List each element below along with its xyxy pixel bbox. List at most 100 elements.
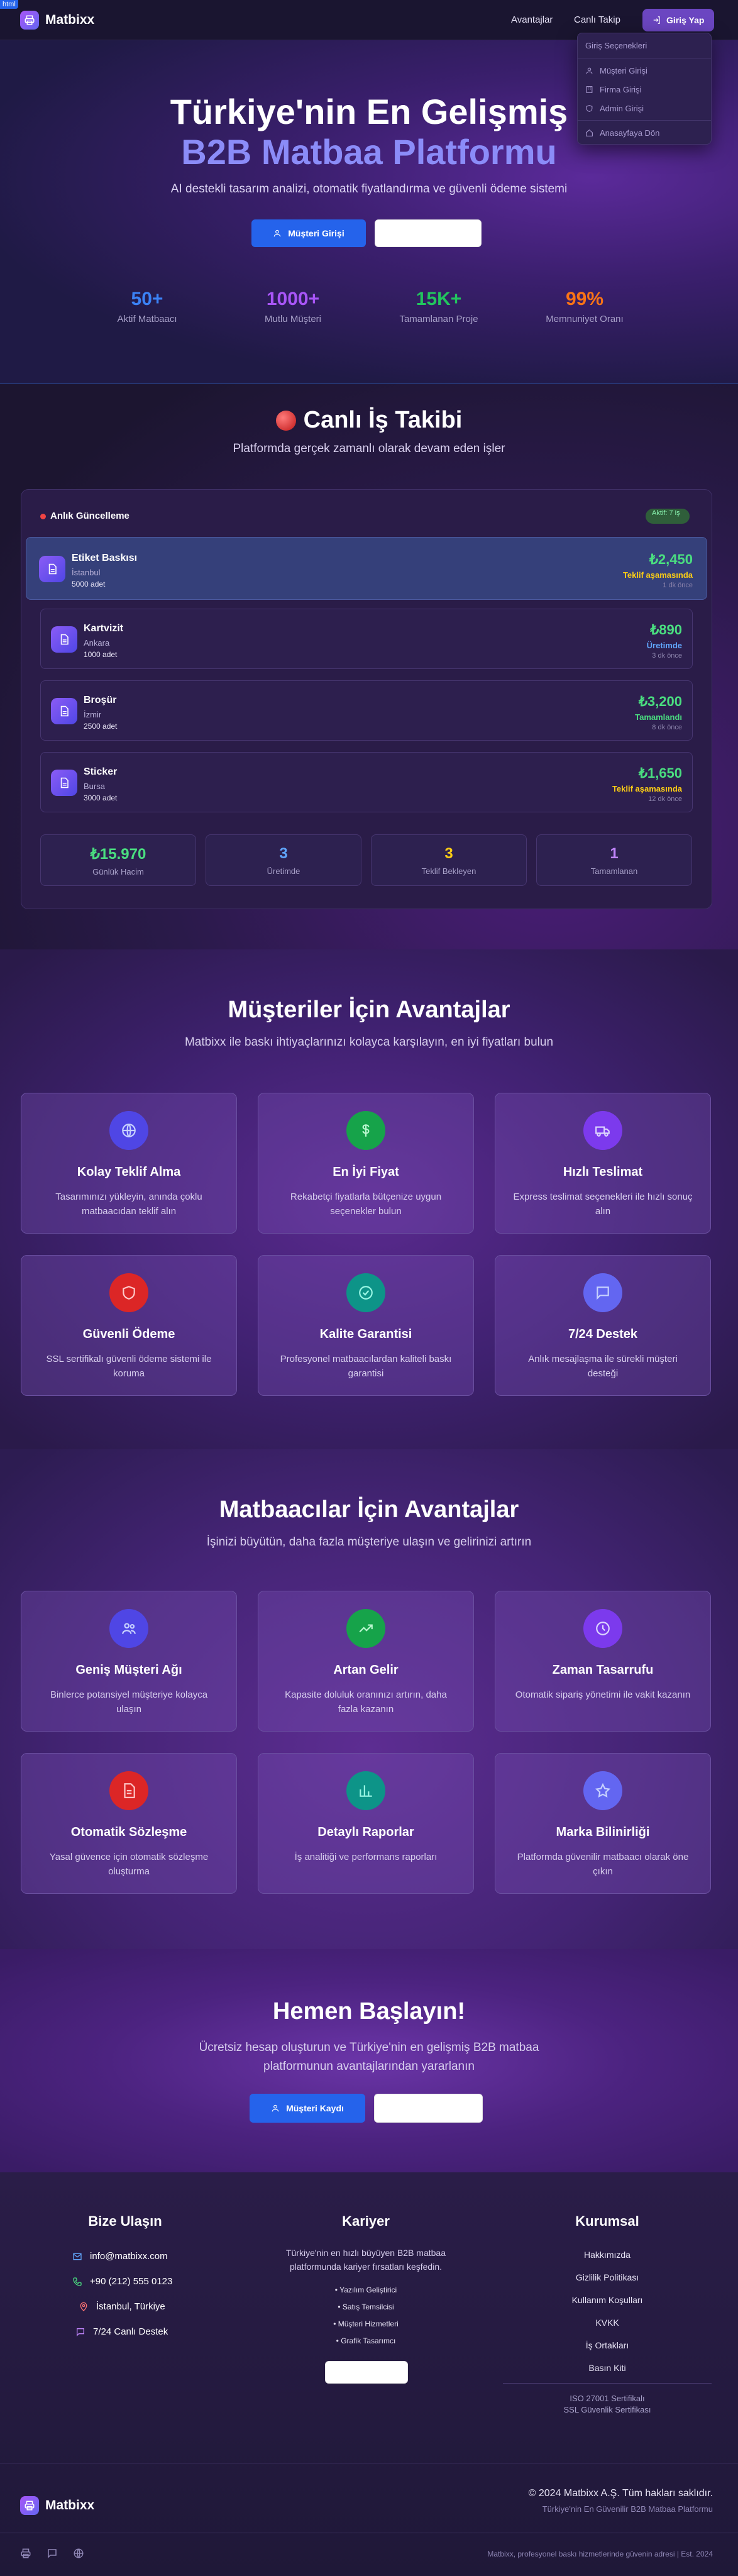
feature-title: Detaylı Raporlar bbox=[317, 1825, 414, 1839]
feature-title: Hızlı Teslimat bbox=[563, 1165, 643, 1179]
corporate-link[interactable]: Basın Kiti bbox=[503, 2363, 712, 2373]
document-icon bbox=[39, 556, 65, 582]
feature-desc: Yasal güvence için otomatik sözleşme olu… bbox=[49, 1852, 209, 1877]
cta-section: Hemen Başlayın! Ücretsiz hesap oluşturun… bbox=[0, 1949, 738, 2172]
job-name: Kartvizit bbox=[84, 623, 124, 634]
summary-in-production: 3 Üretimde bbox=[206, 834, 361, 886]
summary-value: ₺15.970 bbox=[90, 846, 146, 863]
printer-icon[interactable] bbox=[20, 2548, 31, 2559]
feature-desc: Binlerce potansiyel müşteriye kolayca ul… bbox=[50, 1689, 208, 1715]
footer-tagline: Türkiye'nin En Güvenilir B2B Matbaa Plat… bbox=[542, 2504, 713, 2514]
summary-value: 3 bbox=[279, 845, 288, 862]
career-desc-line1: Türkiye'nin en hızlı büyüyen B2B matbaa bbox=[285, 2248, 446, 2258]
feature-card-support: 7/24 Destek Anlık mesajlaşma ile sürekli… bbox=[495, 1255, 711, 1396]
document-icon bbox=[51, 698, 77, 724]
contact-location: İstanbul, Türkiye bbox=[79, 2301, 165, 2312]
career-apply-button[interactable] bbox=[325, 2361, 408, 2384]
chat-icon bbox=[77, 2328, 84, 2336]
stat-label: Aktif Matbaacı bbox=[117, 314, 177, 324]
building-icon bbox=[586, 86, 593, 93]
home-icon bbox=[586, 129, 593, 136]
contact-location-text: İstanbul, Türkiye bbox=[96, 2301, 165, 2312]
job-card[interactable]: Sticker Bursa 3000 adet ₺1,650 Teklif aş… bbox=[40, 752, 693, 812]
job-city: Ankara bbox=[84, 638, 110, 648]
dropdown-item-home[interactable]: Anasayfaya Dön bbox=[578, 123, 711, 142]
secondary-cta-button[interactable] bbox=[375, 219, 482, 247]
feature-title: Marka Bilinirliği bbox=[556, 1825, 650, 1839]
feature-title: Güvenli Ödeme bbox=[82, 1327, 175, 1341]
login-dropdown: Giriş Seçenekleri Müşteri Girişi Firma G… bbox=[577, 33, 712, 145]
contact-live-support[interactable]: 7/24 Canlı Destek bbox=[75, 2326, 168, 2337]
corporate-link[interactable]: Gizlilik Politikası bbox=[503, 2272, 712, 2282]
brand-logo[interactable]: Matbixx bbox=[20, 11, 94, 30]
truck-icon bbox=[583, 1111, 622, 1150]
job-status: Teklif aşamasında bbox=[612, 784, 682, 793]
stat-label: Tamamlanan Proje bbox=[399, 314, 478, 324]
stat-completed-projects: 15K+ Tamamlanan Proje bbox=[376, 289, 502, 324]
globe-icon[interactable] bbox=[73, 2548, 84, 2559]
nav-link-advantages[interactable]: Avantajlar bbox=[511, 14, 553, 25]
feature-card-best-price: En İyi Fiyat Rekabetçi fiyatlarla bütçen… bbox=[258, 1093, 474, 1234]
printer-section-title: Matbaacılar İçin Avantajlar bbox=[219, 1496, 519, 1523]
dropdown-item-label: Admin Girişi bbox=[600, 103, 644, 113]
corporate-title: Kurumsal bbox=[575, 2213, 639, 2229]
job-price: ₺890 bbox=[650, 622, 682, 638]
job-card[interactable]: Broşür İzmir 2500 adet ₺3,200 Tamamlandı… bbox=[40, 680, 693, 741]
live-panel: Anlık Güncelleme Aktif: 7 iş Etiket Bask… bbox=[21, 489, 712, 909]
contact-phone-text: +90 (212) 555 0123 bbox=[90, 2276, 173, 2287]
contact-phone[interactable]: +90 (212) 555 0123 bbox=[72, 2276, 172, 2287]
job-card[interactable]: Etiket Baskısı İstanbul 5000 adet ₺2,450… bbox=[26, 537, 707, 600]
live-subtitle: Platformda gerçek zamanlı olarak devam e… bbox=[233, 442, 505, 455]
footer-brand[interactable]: Matbixx bbox=[20, 2496, 94, 2515]
dropdown-header: Giriş Seçenekleri bbox=[585, 41, 647, 50]
dropdown-item-label: Firma Girişi bbox=[600, 84, 642, 94]
live-title: Canlı İş Takibi bbox=[303, 407, 463, 433]
cert-iso: ISO 27001 Sertifikalı bbox=[570, 2394, 645, 2403]
contact-email[interactable]: info@matbixx.com bbox=[72, 2251, 168, 2262]
secondary-register-button[interactable] bbox=[374, 2094, 483, 2123]
customer-register-button[interactable]: Müşteri Kaydı bbox=[250, 2094, 365, 2123]
live-tracking-section: Canlı İş Takibi Platformda gerçek zamanl… bbox=[0, 384, 738, 949]
job-city: İzmir bbox=[84, 710, 102, 719]
feature-card-easy-quote: Kolay Teklif Alma Tasarımınızı yükleyin,… bbox=[21, 1093, 237, 1234]
chart-icon bbox=[346, 1771, 385, 1810]
job-card[interactable]: Kartvizit Ankara 1000 adet ₺890 Üretimde… bbox=[40, 609, 693, 669]
feature-card-increased-revenue: Artan Gelir Kapasite doluluk oranınızı a… bbox=[258, 1591, 474, 1732]
corporate-link[interactable]: İş Ortakları bbox=[503, 2340, 712, 2350]
corporate-link[interactable]: Kullanım Koşulları bbox=[503, 2295, 712, 2305]
brand-name: Matbixx bbox=[45, 13, 95, 27]
corporate-link[interactable]: Hakkımızda bbox=[503, 2250, 712, 2260]
dropdown-item-customer-login[interactable]: Müşteri Girişi bbox=[578, 61, 711, 80]
feature-desc: Rekabetçi fiyatlarla bütçenize uygun seç… bbox=[290, 1191, 442, 1217]
document-icon bbox=[51, 626, 77, 653]
stat-value: 50+ bbox=[131, 289, 163, 309]
summary-completed: 1 Tamamlanan bbox=[536, 834, 692, 886]
feature-desc: Profesyonel matbaacılardan kaliteli bask… bbox=[280, 1354, 452, 1379]
nav-link-live-tracking[interactable]: Canlı Takip bbox=[574, 14, 620, 25]
dropdown-item-company-login[interactable]: Firma Girişi bbox=[578, 80, 711, 99]
stat-value: 99% bbox=[565, 289, 604, 309]
footer-brand-name: Matbixx bbox=[45, 2498, 95, 2512]
feature-title: 7/24 Destek bbox=[568, 1327, 638, 1341]
contact-live-support-text: 7/24 Canlı Destek bbox=[93, 2326, 168, 2337]
feature-desc: Kapasite doluluk oranınızı artırın, daha… bbox=[285, 1689, 447, 1715]
dropdown-item-admin-login[interactable]: Admin Girişi bbox=[578, 99, 711, 118]
career-role: • Müşteri Hizmetleri bbox=[333, 2319, 399, 2328]
login-button[interactable]: Giriş Yap bbox=[642, 9, 715, 31]
summary-daily-volume: ₺15.970 Günlük Hacim bbox=[40, 834, 196, 886]
customer-login-button[interactable]: Müşteri Girişi bbox=[251, 219, 366, 247]
cta-subtitle-line1: Ücretsiz hesap oluşturun ve Türkiye'nin … bbox=[199, 2041, 539, 2054]
feature-title: Kalite Garantisi bbox=[319, 1327, 412, 1341]
copyright: © 2024 Matbixx A.Ş. Tüm hakları saklıdır… bbox=[528, 2488, 713, 2499]
stat-active-printers: 50+ Aktif Matbaacı bbox=[84, 289, 210, 324]
corporate-link[interactable]: KVKK bbox=[503, 2318, 712, 2328]
summary-value: 1 bbox=[610, 845, 619, 862]
shield-icon bbox=[109, 1273, 148, 1312]
contact-title: Bize Ulaşın bbox=[88, 2213, 162, 2229]
chat-icon[interactable] bbox=[47, 2548, 58, 2559]
feature-card-brand-awareness: Marka Bilinirliği Platformda güvenilir m… bbox=[495, 1753, 711, 1894]
job-quantity: 2500 adet bbox=[84, 722, 118, 731]
feature-desc: Tasarımınızı yükleyin, anında çoklu matb… bbox=[55, 1191, 202, 1217]
cta-subtitle-line2: platformunun avantajlarından yararlanın bbox=[263, 2060, 475, 2073]
feature-desc: Otomatik sipariş yönetimi ile vakit kaza… bbox=[515, 1689, 691, 1700]
